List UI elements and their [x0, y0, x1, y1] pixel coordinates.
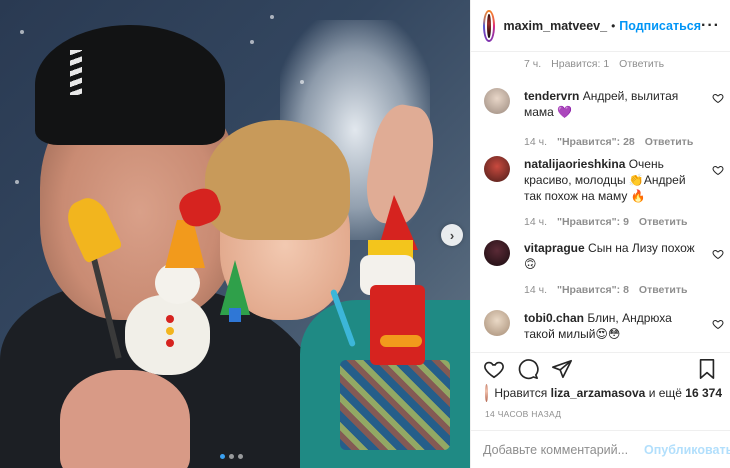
commenter-avatar[interactable] — [484, 156, 510, 182]
share-icon[interactable] — [551, 358, 573, 380]
boy-hair — [205, 120, 350, 240]
liker-username[interactable]: liza_arzamasova — [551, 386, 646, 400]
snowman-button — [166, 315, 174, 323]
commenter-username[interactable]: natalijaorieshkina — [524, 157, 625, 171]
shirt-print — [340, 360, 450, 450]
photo-sparkle — [250, 40, 254, 44]
post-side-panel: maxim_matveev_ • Подписаться ··· 7 ч. Нр… — [470, 0, 730, 468]
likes-middle: и ещё — [648, 386, 682, 400]
follow-button[interactable]: Подписаться — [619, 19, 701, 33]
commenter-username[interactable]: tendervrn — [524, 89, 579, 103]
comment-time: 14 ч. — [524, 136, 547, 148]
photo-sparkle — [20, 30, 24, 34]
comment-icon[interactable] — [517, 358, 539, 380]
heart-icon[interactable] — [712, 92, 724, 104]
carousel-dot — [238, 454, 243, 459]
liker-avatar[interactable] — [485, 384, 489, 402]
carousel-dot — [229, 454, 234, 459]
comment-likes[interactable]: Нравится: 1 — [551, 58, 609, 70]
add-comment-bar: Опубликовать — [471, 430, 730, 468]
heart-icon[interactable] — [712, 318, 724, 330]
author-avatar[interactable] — [483, 9, 495, 42]
man-hand — [60, 370, 190, 468]
header-separator: • — [611, 18, 616, 33]
black-beanie — [35, 25, 225, 145]
more-icon[interactable]: ··· — [701, 17, 720, 35]
post-photo[interactable]: › — [0, 0, 470, 468]
publish-button[interactable]: Опубликовать — [644, 443, 730, 457]
likes-summary: Нравится liza_arzamasova и ещё 16 374 — [485, 384, 722, 402]
comment-likes[interactable]: "Нравится": 9 — [557, 214, 629, 230]
likes-count[interactable]: 16 374 — [685, 386, 722, 400]
commenter-username[interactable]: vitaprague — [524, 241, 585, 255]
reply-button[interactable]: Ответить — [639, 214, 688, 230]
photo-sparkle — [270, 15, 274, 19]
comment-time: 7 ч. — [524, 58, 542, 70]
commenter-avatar[interactable] — [484, 310, 510, 336]
beanie-logo — [70, 50, 82, 95]
post-actions — [471, 352, 730, 384]
heart-icon[interactable] — [712, 164, 724, 176]
snowman-button — [166, 339, 174, 347]
photo-sparkle — [15, 180, 19, 184]
bookmark-icon[interactable] — [696, 358, 718, 380]
reply-button[interactable]: Ответить — [619, 58, 664, 70]
snowman-toy-head — [155, 262, 200, 304]
comment-item: tobi0.chan Блин, Андрюха такой милый😍😳 — [471, 310, 730, 342]
commenter-avatar[interactable] — [484, 88, 510, 114]
comments-list[interactable]: 7 ч. Нравится: 1 Ответить tendervrn Андр… — [471, 52, 730, 352]
author-username[interactable]: maxim_matveev_ — [504, 19, 608, 33]
carousel-dot-active — [220, 454, 225, 459]
snowman-toy-body — [125, 295, 210, 375]
comment-input[interactable] — [483, 442, 644, 457]
santa-toy-belt — [380, 335, 422, 347]
post-header: maxim_matveev_ • Подписаться ··· — [471, 0, 730, 52]
comment-item: natalijaorieshkina Очень красиво, молодц… — [471, 156, 730, 230]
likes-prefix: Нравится — [494, 386, 548, 400]
heart-icon[interactable] — [483, 358, 505, 380]
next-arrow-glyph: › — [449, 227, 455, 243]
comment-likes[interactable]: "Нравится": 28 — [557, 134, 635, 150]
comment-item: tendervrn Андрей, вылитая мама 💜 14 ч. "… — [471, 88, 730, 150]
snowman-button — [166, 327, 174, 335]
commenter-username[interactable]: tobi0.chan — [524, 311, 584, 325]
comment-time: 14 ч. — [524, 216, 547, 228]
photo-sparkle — [300, 80, 304, 84]
comment-likes[interactable]: "Нравится": 8 — [557, 282, 629, 298]
toy-tree-base — [229, 308, 241, 322]
chevron-right-icon[interactable]: › — [441, 224, 463, 246]
heart-icon[interactable] — [712, 248, 724, 260]
carousel-dots — [220, 454, 243, 459]
comment-meta: 7 ч. Нравится: 1 Ответить — [524, 58, 664, 70]
comment-time: 14 ч. — [524, 284, 547, 296]
commenter-avatar[interactable] — [484, 240, 510, 266]
post-timestamp[interactable]: 14 ЧАСОВ НАЗАД — [485, 409, 561, 419]
comment-item: vitaprague Сын на Лизу похож 🙃 14 ч. "Нр… — [471, 240, 730, 298]
santa-toy-body — [370, 285, 425, 365]
reply-button[interactable]: Ответить — [639, 282, 688, 298]
reply-button[interactable]: Ответить — [645, 134, 694, 150]
